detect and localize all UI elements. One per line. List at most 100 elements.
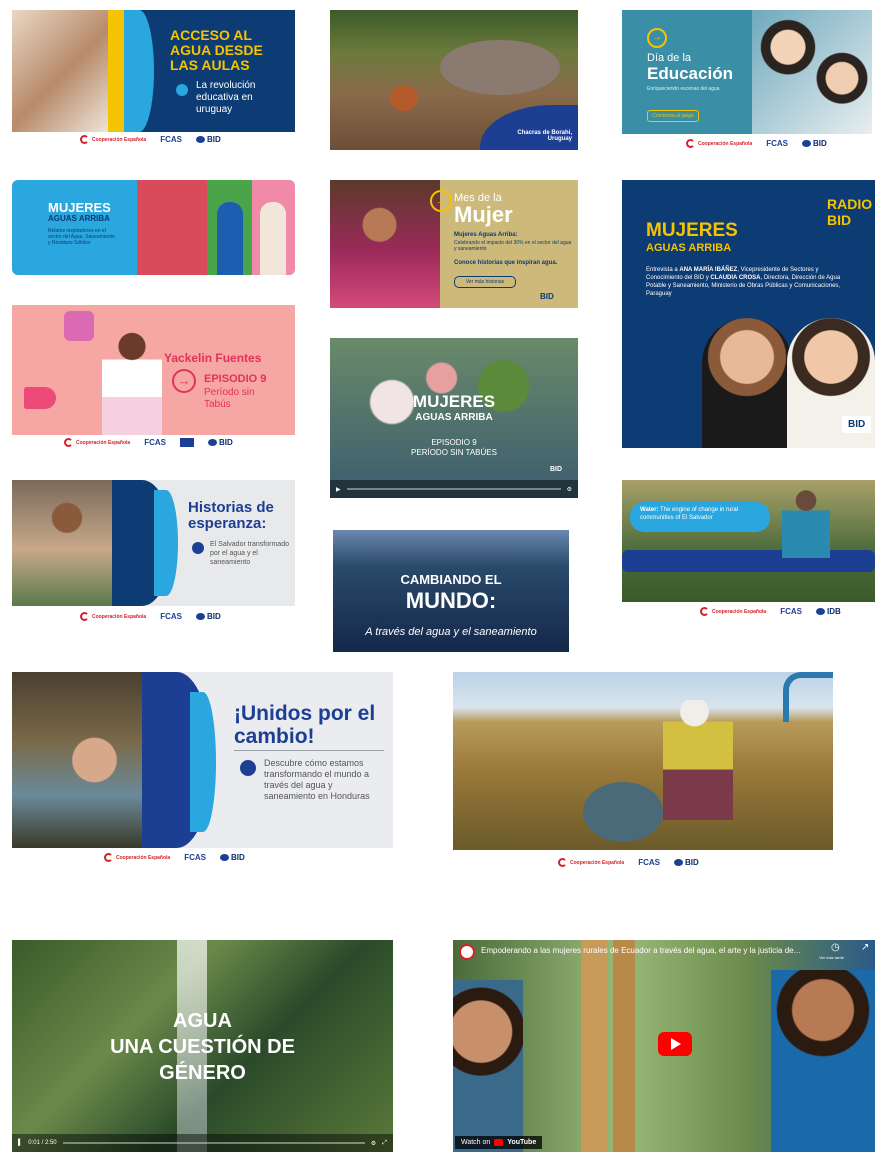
hands-water-photo [12, 672, 162, 848]
play-button[interactable] [658, 1032, 692, 1056]
partner-logos: Cooperación Española FCAS BID [104, 853, 245, 862]
bid-logo: BID [550, 466, 563, 473]
video-controls[interactable]: ▌ 0:01 / 2:50 ⚙ ⤢ [12, 1134, 393, 1152]
card-title: Historias de esperanza: [188, 499, 274, 532]
video-title: MUJERES [412, 392, 496, 411]
video-title2: UNA CUESTIÓN DE [110, 1036, 295, 1058]
bid-logo: BID [540, 292, 554, 301]
play-icon[interactable]: ▶ [336, 486, 341, 493]
card-mes-mujer[interactable]: → Mes de la Mujer Mujeres Aguas Arriba: … [330, 180, 578, 308]
card-acceso-agua[interactable]: ACCESO AL AGUA DESDE LAS AULAS La revolu… [12, 10, 295, 132]
card-title: MUJERES [48, 200, 111, 215]
cyan-wave [124, 10, 154, 132]
line2: Celebrando el impacto del 30% en el sect… [454, 240, 572, 252]
arrow-circle-icon: → [647, 28, 667, 48]
wooden-pole [613, 940, 635, 1152]
settings-icon[interactable]: ⚙ [371, 1140, 376, 1147]
watch-on-youtube-button[interactable]: Watch on YouTube [455, 1136, 543, 1149]
card-andes-photo[interactable] [453, 672, 833, 850]
progress-track[interactable] [346, 488, 561, 490]
frame-corner [783, 672, 833, 722]
woman-figure [663, 700, 733, 820]
card-mujeres-aguas-arriba[interactable]: MUJERES AGUAS ARRIBA Relatos inspiradore… [12, 180, 295, 275]
partner-logos: Cooperación Española FCAS BID [558, 858, 699, 867]
partner-logos: Cooperación Española FCAS BID [686, 139, 827, 148]
settings-icon[interactable]: ⚙ [567, 486, 572, 493]
fullscreen-icon[interactable]: ⤢ [382, 1140, 387, 1147]
card-dia-educacion[interactable]: → Día de la Educación Enriqueciendo esce… [622, 10, 872, 134]
partner-logos: Cooperación Española FCAS BID [80, 612, 221, 621]
cta-button[interactable]: Ver más historias [454, 276, 516, 288]
wooden-pole [581, 940, 607, 1152]
channel-avatar[interactable] [459, 944, 475, 960]
video-cambiando-el-mundo[interactable]: CAMBIANDO EL MUNDO: A través del agua y … [333, 530, 569, 652]
bid-logo: BID [673, 858, 699, 867]
line3: Conoce historias que inspiran agua. [454, 260, 558, 266]
watch-later-label: Ver más tarde [819, 955, 844, 960]
card-radio-bid[interactable]: RADIO BID MUJERES AGUAS ARRIBA Entrevist… [622, 180, 875, 448]
card-description: Descubre cómo estamos transformando el m… [264, 758, 370, 801]
eu-flag-icon [179, 438, 194, 447]
video-controls[interactable]: ▶ ⚙ [330, 480, 578, 498]
bid-logo: BID [207, 438, 233, 447]
card-subtitle: AGUAS ARRIBA [48, 214, 110, 223]
progress-track[interactable] [62, 1142, 365, 1144]
man-figure [782, 488, 830, 558]
video-mujeres-aguas-arriba[interactable]: MUJERES AGUAS ARRIBA EPISODIO 9 PERÍODO … [330, 338, 578, 498]
cooperacion-logo: Cooperación Española [686, 139, 752, 148]
fcas-logo: FCAS [160, 612, 182, 621]
cyan-wave [154, 490, 178, 596]
card-title: Mujer [454, 202, 513, 227]
bid-logo: BID [842, 416, 872, 433]
play-icon[interactable]: ▌ [18, 1140, 22, 1146]
youtube-embed[interactable]: Empoderando a las mujeres rurales de Ecu… [453, 940, 875, 1152]
children-photo [752, 10, 872, 134]
watch-on-label: Watch on [461, 1139, 491, 1146]
cooperacion-logo: Cooperación Española [104, 853, 170, 862]
card-historias-esperanza[interactable]: Historias de esperanza: El Salvador tran… [12, 480, 295, 606]
card-subtitle: AGUAS ARRIBA [646, 242, 732, 254]
woman-left [453, 980, 523, 1152]
fcas-logo: FCAS [184, 853, 206, 862]
card-chacras-photo[interactable]: Chacras de Borahi, Uruguay [330, 10, 578, 150]
card-yackelin-fuentes[interactable]: Yackelin Fuentes → EPISODIO 9 Período si… [12, 305, 295, 435]
card-unidos-por-el-cambio[interactable]: ¡Unidos por el cambio! Descubre cómo est… [12, 672, 393, 848]
bid-logo: BID [219, 853, 245, 862]
episode-topic: Período sin Tabús [204, 387, 255, 410]
cta-button[interactable]: Comienza al juego [647, 110, 699, 122]
video-topic: PERÍODO SIN TABÚES [411, 448, 497, 457]
youtube-label: YouTube [507, 1139, 537, 1146]
fcas-logo: FCAS [780, 607, 802, 616]
video-line3: A través del agua y el saneamiento [365, 626, 537, 638]
cooperacion-logo: Cooperación Española [558, 858, 624, 867]
card-description: El Salvador transformado por el agua y e… [210, 541, 289, 566]
card-water-engine[interactable]: Water: The engine of change in rural com… [622, 480, 875, 602]
bullet-icon [176, 84, 188, 96]
idb-logo: IDB [815, 607, 841, 616]
woman-photo [12, 480, 122, 606]
card-description: Relatos inspiradores en el sector del Ag… [48, 228, 115, 246]
card-title: MUJERES [646, 220, 738, 241]
kicker: Día de la [647, 52, 692, 64]
fcas-logo: FCAS [160, 135, 182, 144]
video-title3: GÉNERO [159, 1062, 246, 1084]
watch-later-icon[interactable]: ◷ [831, 942, 840, 953]
cooperacion-logo: Cooperación Española [80, 135, 146, 144]
card-title: Educación [647, 64, 733, 83]
video-agua-genero[interactable]: AGUA UNA CUESTIÓN DE GÉNERO ▌ 0:01 / 2:5… [12, 940, 393, 1152]
share-icon[interactable]: ↗ [861, 942, 869, 953]
guest1-portrait [702, 318, 792, 448]
fcas-logo: FCAS [144, 438, 166, 447]
episode-number: EPISODIO 9 [204, 373, 267, 385]
video-title1: AGUA [173, 1010, 232, 1032]
partner-logos: Cooperación Española FCAS BID [80, 135, 221, 144]
children-photo [12, 10, 122, 132]
photo-caption: Chacras de Borahi, Uruguay [517, 130, 572, 142]
card-subtitle: La revolución educativa en uruguay [196, 80, 256, 115]
video-title[interactable]: Empoderando a las mujeres rurales de Ecu… [481, 946, 831, 955]
woman-figure [217, 202, 243, 275]
woman-illustration [102, 327, 162, 435]
illustration-panel-red [137, 180, 207, 275]
divider [234, 750, 384, 751]
woman-figure [260, 202, 286, 275]
